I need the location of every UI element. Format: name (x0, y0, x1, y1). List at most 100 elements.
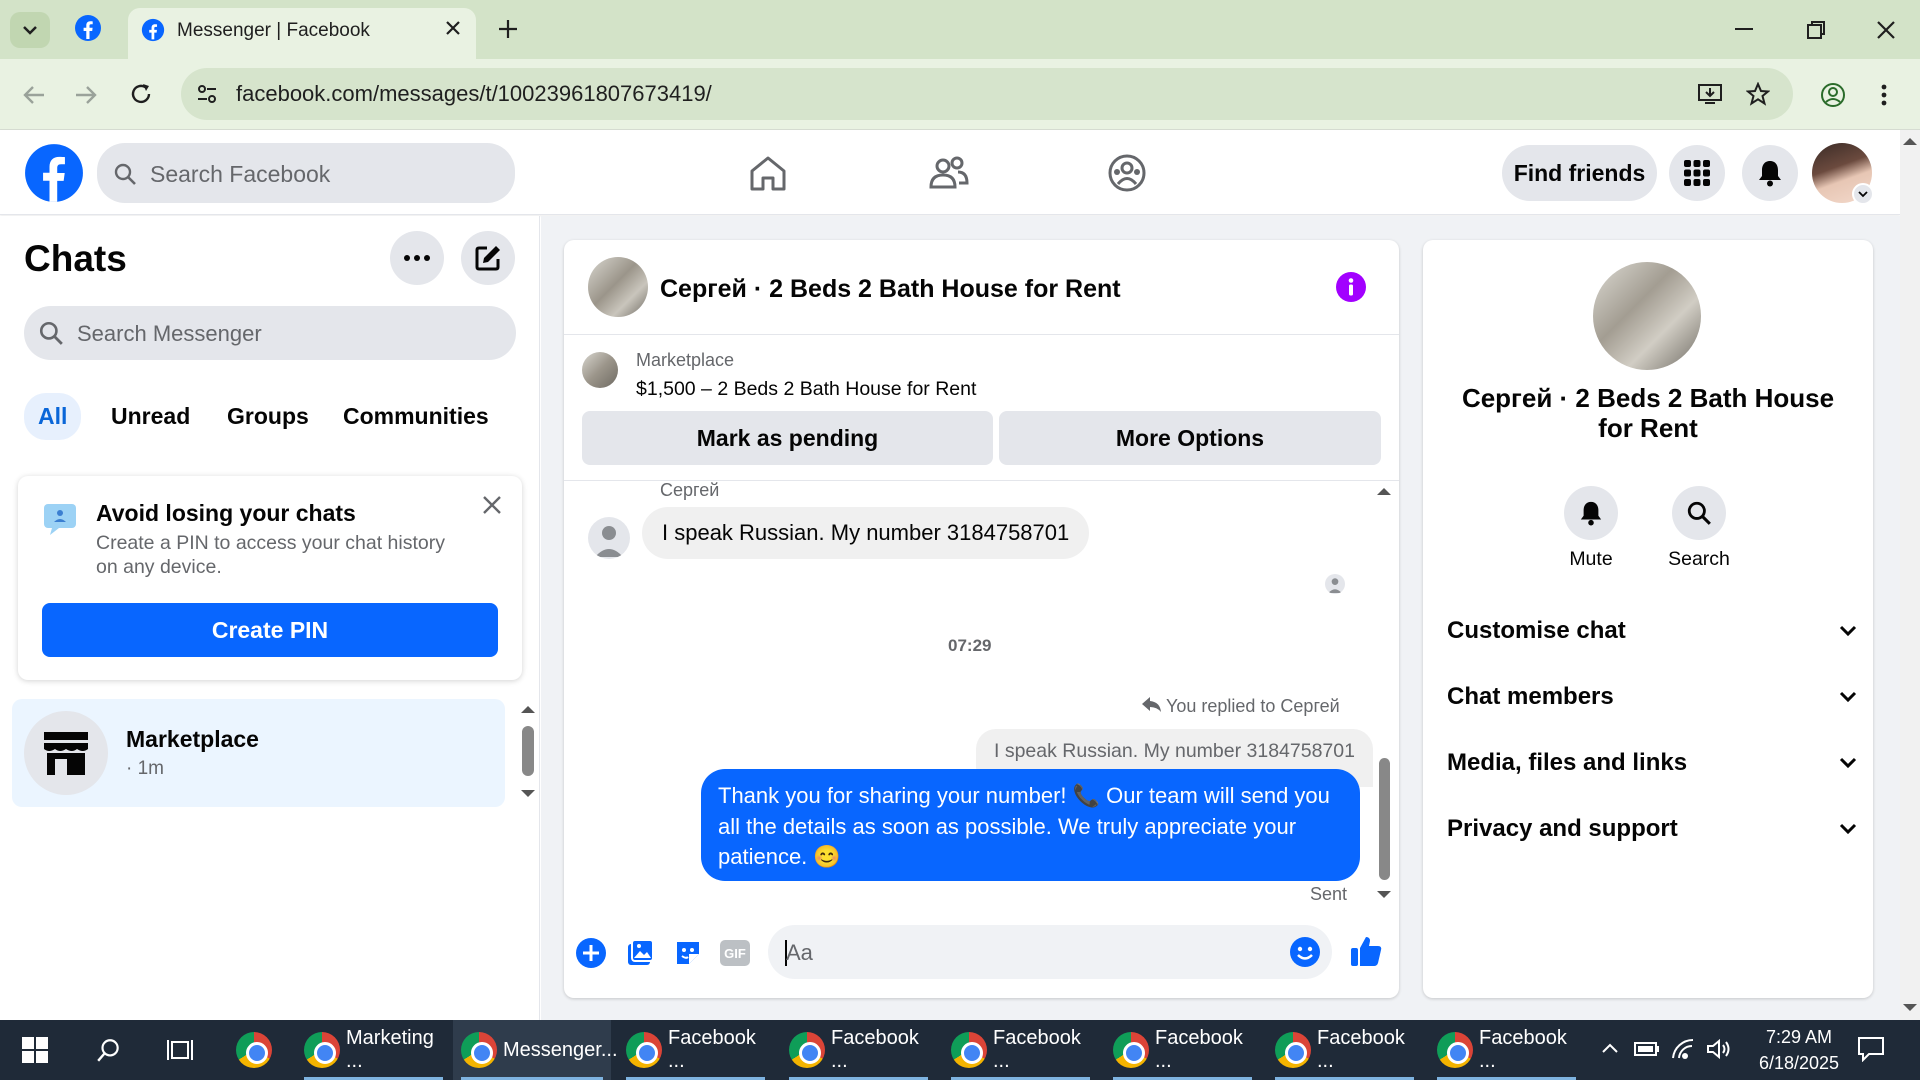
plus-icon (499, 20, 517, 38)
more-vertical-icon (1881, 84, 1887, 106)
facebook-icon (141, 18, 165, 42)
minimize-button[interactable] (1735, 28, 1755, 32)
sidebar-scrollbar-thumb[interactable] (522, 726, 534, 776)
volume-icon[interactable] (1706, 1038, 1732, 1060)
chat-scroll-up[interactable] (1377, 487, 1391, 496)
scroll-down-arrow[interactable] (1903, 1003, 1917, 1012)
window-close-button[interactable] (1876, 20, 1896, 40)
restore-button[interactable] (1806, 20, 1826, 40)
attach-photo-button[interactable] (625, 938, 655, 968)
taskbar-clock[interactable]: 7:29 AM 6/18/2025 (1746, 1024, 1852, 1076)
taskbar-app-6[interactable]: Facebook ... (1267, 1020, 1422, 1080)
taskbar-app-3[interactable]: Facebook ... (781, 1020, 936, 1080)
taskbar-app-7[interactable]: Facebook ... (1429, 1020, 1584, 1080)
notification-center-button[interactable] (1857, 1036, 1885, 1062)
forward-button[interactable] (74, 84, 98, 106)
section-label: Privacy and support (1447, 815, 1678, 842)
filter-unread[interactable]: Unread (97, 393, 204, 440)
tab-favicon (141, 18, 165, 42)
details-avatar[interactable] (1593, 262, 1701, 370)
battery-icon[interactable] (1634, 1040, 1660, 1058)
facebook-logo[interactable] (24, 143, 84, 203)
back-button[interactable] (22, 84, 46, 106)
close-icon (446, 21, 460, 35)
pin-card-title: Avoid losing your chats (96, 500, 356, 526)
profile-button[interactable] (1820, 82, 1846, 108)
find-friends-button[interactable]: Find friends (1502, 145, 1657, 201)
taskbar-app-1[interactable]: Messenger... (453, 1020, 618, 1080)
sidebar-scroll-up[interactable] (521, 705, 535, 714)
gif-button[interactable]: GIF (720, 940, 750, 966)
site-info-button[interactable] (195, 82, 219, 106)
mark-as-pending-button[interactable]: Mark as pending (582, 411, 993, 465)
incoming-message[interactable]: I speak Russian. My number 3184758701 (642, 507, 1090, 559)
emoji-button[interactable] (1290, 937, 1320, 967)
search-conversation-button[interactable] (1672, 486, 1726, 540)
marketplace-avatar (24, 711, 108, 795)
chat-members-section[interactable]: Chat members (1447, 683, 1857, 711)
more-actions-button[interactable] (576, 938, 606, 968)
nav-home[interactable] (748, 153, 788, 193)
listing-description[interactable]: $1,500 – 2 Beds 2 Bath House for Rent (636, 378, 976, 401)
media-files-links-section[interactable]: Media, files and links (1447, 749, 1857, 777)
pinned-tab-facebook[interactable] (74, 14, 102, 42)
tab-close-button[interactable] (443, 18, 463, 38)
account-icon (1821, 83, 1845, 107)
scroll-up-arrow[interactable] (1903, 137, 1917, 146)
taskbar-app-0[interactable]: Marketing ... (296, 1020, 451, 1080)
wifi-icon[interactable] (1671, 1038, 1695, 1060)
conversation-info-button[interactable] (1336, 272, 1366, 302)
taskbar-app-2[interactable]: Facebook ... (618, 1020, 773, 1080)
sender-avatar[interactable] (588, 517, 630, 559)
chats-options-button[interactable] (390, 231, 444, 285)
message-input[interactable] (768, 925, 1332, 979)
section-label: Chat members (1447, 683, 1614, 710)
privacy-support-section[interactable]: Privacy and support (1447, 815, 1857, 843)
star-icon (1746, 82, 1770, 106)
chat-scrollbar-thumb[interactable] (1379, 758, 1390, 880)
like-button[interactable] (1349, 934, 1383, 968)
grid-menu-icon (1684, 160, 1710, 186)
new-message-button[interactable] (461, 231, 515, 285)
reload-button[interactable] (129, 82, 153, 106)
taskbar-chrome-pinned[interactable] (236, 1032, 272, 1068)
chevron-up-icon (1602, 1043, 1618, 1053)
browser-menu-button[interactable] (1880, 83, 1888, 107)
taskbar-app-5[interactable]: Facebook ... (1105, 1020, 1260, 1080)
menu-button[interactable] (1669, 145, 1725, 201)
chevron-down-icon (1839, 691, 1857, 703)
conversation-avatar[interactable] (588, 257, 648, 317)
action-center-icon (1858, 1037, 1884, 1062)
account-menu-toggle[interactable] (1852, 183, 1874, 205)
task-view-button[interactable] (167, 1037, 193, 1063)
start-button[interactable] (22, 1037, 48, 1063)
bookmark-button[interactable] (1746, 82, 1770, 106)
customise-chat-section[interactable]: Customise chat (1447, 617, 1857, 645)
new-tab-button[interactable] (497, 18, 519, 40)
more-options-button[interactable]: More Options (999, 411, 1381, 465)
create-pin-button[interactable]: Create PIN (42, 603, 498, 657)
filter-all[interactable]: All (24, 393, 82, 440)
sticker-button[interactable] (673, 938, 703, 968)
taskbar-search-button[interactable] (96, 1037, 122, 1063)
taskbar-app-4[interactable]: Facebook ... (943, 1020, 1098, 1080)
nav-friends[interactable] (928, 153, 970, 193)
filter-groups[interactable]: Groups (213, 393, 323, 440)
pin-card-close-button[interactable] (482, 495, 502, 515)
conversation-title[interactable]: Сергей · 2 Beds 2 Bath House for Rent (660, 275, 1121, 304)
install-app-button[interactable] (1697, 82, 1723, 106)
mute-button[interactable] (1564, 486, 1618, 540)
tray-overflow-button[interactable] (1601, 1042, 1619, 1054)
friends-icon (929, 156, 969, 189)
sidebar-scroll-down[interactable] (521, 789, 535, 798)
tab-search-button[interactable] (10, 12, 50, 48)
nav-groups[interactable] (1107, 153, 1147, 193)
page-scrollbar[interactable] (1900, 130, 1920, 1020)
notifications-button[interactable] (1742, 145, 1798, 201)
filter-communities[interactable]: Communities (329, 393, 503, 440)
home-icon (750, 156, 786, 191)
restore-icon (1807, 21, 1825, 39)
outgoing-message[interactable]: Thank you for sharing your number! 📞 Our… (701, 769, 1360, 881)
chat-scroll-down[interactable] (1377, 890, 1391, 899)
chats-title: Chats (24, 238, 127, 279)
